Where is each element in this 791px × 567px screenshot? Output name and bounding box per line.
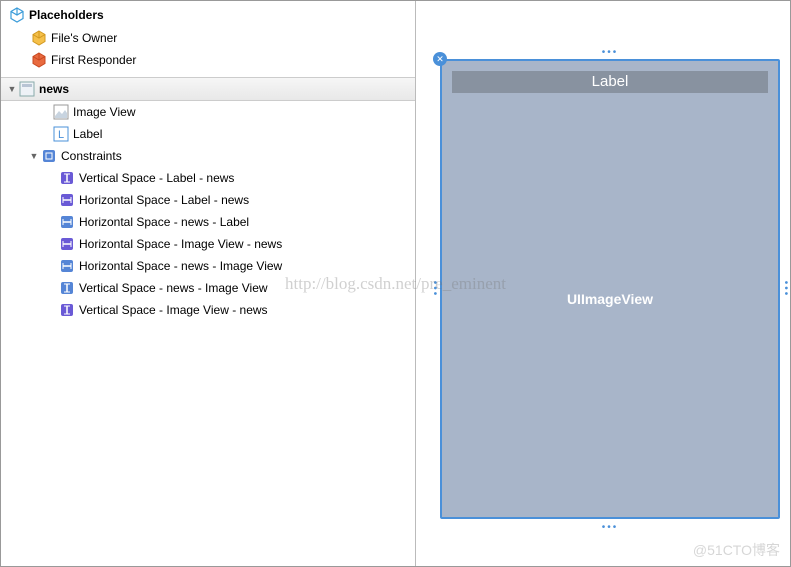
disclosure-triangle-icon[interactable]: ▼ [7, 84, 17, 94]
vertical-space-icon [59, 302, 75, 318]
constraint-item[interactable]: Horizontal Space - news - Label [1, 211, 415, 233]
canvas-panel[interactable]: ✕ ••• ••• ••• ••• Label UIImageView [416, 1, 790, 566]
canvas-label-element[interactable]: Label [452, 71, 768, 93]
view-icon [19, 81, 35, 97]
placeholders-label: Placeholders [29, 8, 104, 22]
imageview-icon [53, 104, 69, 120]
vertical-space-icon [59, 280, 75, 296]
first-responder-label: First Responder [51, 52, 136, 68]
resize-handle-icon[interactable]: ••• [780, 281, 791, 298]
svg-text:L: L [58, 129, 64, 141]
outline-item-imageview[interactable]: Image View [1, 101, 415, 123]
constraint-label: Horizontal Space - news - Image View [79, 258, 282, 274]
close-icon[interactable]: ✕ [433, 52, 447, 66]
resize-handle-icon[interactable]: ••• [429, 281, 440, 298]
files-owner-label: File's Owner [51, 30, 117, 46]
outline-item-label[interactable]: L Label [1, 123, 415, 145]
constraints-header[interactable]: ▼ Constraints [1, 145, 415, 167]
constraint-label: Vertical Space - Image View - news [79, 302, 268, 318]
label-icon: L [53, 126, 69, 142]
constraint-label: Horizontal Space - Image View - news [79, 236, 282, 252]
constraint-item[interactable]: Vertical Space - news - Image View [1, 277, 415, 299]
horizontal-space-icon [59, 192, 75, 208]
constraint-item[interactable]: Horizontal Space - Image View - news [1, 233, 415, 255]
first-responder-item[interactable]: First Responder [1, 49, 415, 71]
horizontal-space-icon [59, 214, 75, 230]
vertical-space-icon [59, 170, 75, 186]
outline-root-label: news [39, 82, 69, 96]
constraints-icon [41, 148, 57, 164]
horizontal-space-icon [59, 258, 75, 274]
canvas-imageview-element[interactable]: UIImageView [442, 291, 778, 307]
cube-icon [31, 52, 47, 68]
constraint-item[interactable]: Horizontal Space - news - Image View [1, 255, 415, 277]
constraint-item[interactable]: Horizontal Space - Label - news [1, 189, 415, 211]
bottom-watermark-text: @51CTO博客 [693, 540, 780, 560]
constraint-label: Vertical Space - Label - news [79, 170, 234, 186]
constraint-label: Vertical Space - news - Image View [79, 280, 268, 296]
constraint-label: Horizontal Space - news - Label [79, 214, 249, 230]
horizontal-space-icon [59, 236, 75, 252]
disclosure-triangle-icon[interactable]: ▼ [29, 151, 39, 161]
canvas-root-view[interactable]: ✕ ••• ••• ••• ••• Label UIImageView [440, 59, 780, 519]
constraint-label: Horizontal Space - Label - news [79, 192, 249, 208]
outline-panel: Placeholders File's Owner First Responde… [1, 1, 416, 566]
constraint-item[interactable]: Vertical Space - Image View - news [1, 299, 415, 321]
cube-icon [9, 7, 25, 23]
placeholders-header: Placeholders [1, 1, 415, 27]
constraints-label: Constraints [61, 149, 122, 163]
resize-handle-icon[interactable]: ••• [602, 522, 619, 533]
outline-item-label-text: Label [73, 126, 102, 142]
outline-item-label: Image View [73, 104, 135, 120]
cube-icon [31, 30, 47, 46]
files-owner-item[interactable]: File's Owner [1, 27, 415, 49]
resize-handle-icon[interactable]: ••• [602, 47, 619, 58]
outline-root-news[interactable]: ▼ news [1, 77, 415, 101]
constraint-item[interactable]: Vertical Space - Label - news [1, 167, 415, 189]
